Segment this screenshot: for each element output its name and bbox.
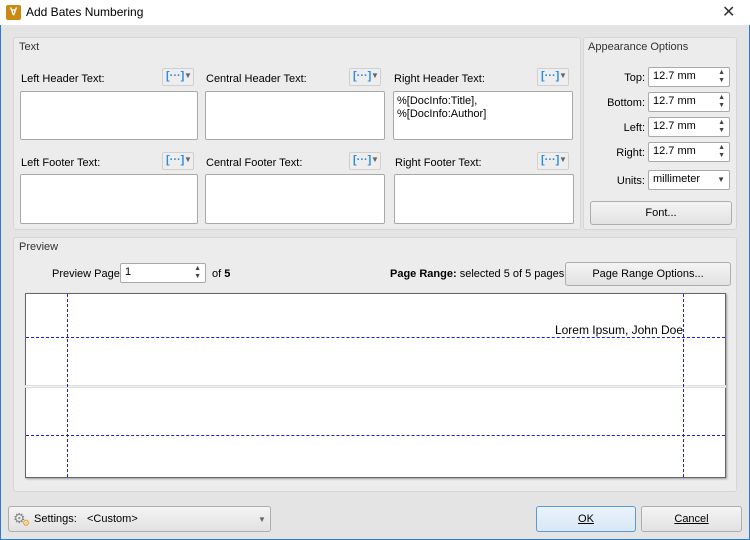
app-logo-icon: Ɐ xyxy=(6,5,21,20)
central-footer-input[interactable] xyxy=(205,174,385,224)
right-footer-label: Right Footer Text: xyxy=(395,157,482,169)
chevron-down-icon: ▼ xyxy=(559,155,567,164)
macro-icon: [···] xyxy=(166,70,185,82)
chevron-down-icon: ▼ xyxy=(559,71,567,80)
chevron-down-icon: ▼ xyxy=(371,155,379,164)
preview-group-label: Preview xyxy=(19,241,59,253)
right-margin-label: Right: xyxy=(616,147,645,159)
right-footer-input[interactable] xyxy=(394,174,574,224)
right-header-macro-button[interactable]: [···] ▼ xyxy=(537,68,569,86)
chevron-down-icon: ▼ xyxy=(371,71,379,80)
left-margin-guide xyxy=(67,294,68,477)
right-margin-guide xyxy=(683,294,684,477)
of-label: of xyxy=(212,268,222,280)
left-margin-value: 12.7 mm xyxy=(653,120,696,132)
central-footer-macro-button[interactable]: [···] ▼ xyxy=(349,152,381,170)
preview-page: Lorem Ipsum, John Doe xyxy=(25,293,726,478)
right-header-input[interactable]: %[DocInfo:Title], %[DocInfo:Author] xyxy=(393,91,573,140)
bottom-margin-guide xyxy=(26,435,725,436)
chevron-down-icon: ▼ xyxy=(717,175,725,184)
right-footer-macro-button[interactable]: [···] ▼ xyxy=(537,152,569,170)
title-bar: Ɐ Add Bates Numbering ✕ xyxy=(0,0,750,25)
settings-dropdown[interactable]: ⚙ ⚙ Settings: <Custom> ▼ xyxy=(8,506,271,532)
small-gear-icon: ⚙ xyxy=(22,518,31,528)
left-header-input[interactable] xyxy=(20,91,198,140)
top-margin-spinner[interactable]: 12.7 mm ▲ ▼ xyxy=(648,67,730,87)
right-margin-value: 12.7 mm xyxy=(653,145,696,157)
spinner-arrows-icon[interactable]: ▲ ▼ xyxy=(718,94,725,110)
window-title: Add Bates Numbering xyxy=(26,5,144,19)
page-range-info: Page Range: selected 5 of 5 pages xyxy=(390,268,564,280)
settings-label: Settings: xyxy=(34,513,77,525)
spinner-arrows-icon[interactable]: ▲ ▼ xyxy=(718,119,725,135)
macro-icon: [···] xyxy=(541,154,560,166)
left-footer-macro-button[interactable]: [···] ▼ xyxy=(162,152,194,170)
macro-icon: [···] xyxy=(353,70,372,82)
spinner-arrows-icon[interactable]: ▲ ▼ xyxy=(718,69,725,85)
bottom-margin-spinner[interactable]: 12.7 mm ▲ ▼ xyxy=(648,92,730,112)
left-header-macro-button[interactable]: [···] ▼ xyxy=(162,68,194,86)
page-range-label: Page Range: xyxy=(390,268,457,280)
ok-button[interactable]: OK xyxy=(536,506,636,532)
central-header-input[interactable] xyxy=(205,91,385,140)
bottom-margin-value: 12.7 mm xyxy=(653,95,696,107)
units-label: Units: xyxy=(616,175,645,187)
top-margin-value: 12.7 mm xyxy=(653,70,696,82)
right-margin-spinner[interactable]: 12.7 mm ▲ ▼ xyxy=(648,142,730,162)
units-select[interactable]: millimeter ▼ xyxy=(648,170,730,190)
central-header-macro-button[interactable]: [···] ▼ xyxy=(349,68,381,86)
settings-value: <Custom> xyxy=(87,513,138,525)
left-margin-spinner[interactable]: 12.7 mm ▲ ▼ xyxy=(648,117,730,137)
units-value: millimeter xyxy=(653,173,701,185)
bottom-margin-label: Bottom: xyxy=(607,97,645,109)
chevron-down-icon: ▼ xyxy=(184,155,192,164)
header-sample-text: Lorem Ipsum, John Doe xyxy=(554,323,683,337)
cancel-button[interactable]: Cancel xyxy=(641,506,742,532)
page-range-text: selected 5 of 5 pages xyxy=(459,268,565,280)
macro-icon: [···] xyxy=(541,70,560,82)
close-icon[interactable]: ✕ xyxy=(722,2,735,22)
spinner-arrows-icon[interactable]: ▲ ▼ xyxy=(194,265,201,281)
text-group-label: Text xyxy=(19,41,40,53)
macro-icon: [···] xyxy=(353,154,372,166)
top-margin-guide xyxy=(26,337,725,338)
central-footer-label: Central Footer Text: xyxy=(206,157,303,169)
left-footer-input[interactable] xyxy=(20,174,198,224)
page-break xyxy=(25,385,726,388)
left-header-label: Left Header Text: xyxy=(21,73,105,85)
central-header-label: Central Header Text: xyxy=(206,73,307,85)
chevron-down-icon: ▼ xyxy=(258,515,266,524)
page-total-value: 5 xyxy=(224,268,231,280)
chevron-down-icon: ▼ xyxy=(184,71,192,80)
font-button[interactable]: Font... xyxy=(590,201,732,225)
preview-page-spinner[interactable]: 1 ▲ ▼ xyxy=(120,263,206,283)
preview-page-value: 1 xyxy=(125,266,132,278)
right-header-label: Right Header Text: xyxy=(394,73,485,85)
left-margin-label: Left: xyxy=(623,122,645,134)
left-footer-label: Left Footer Text: xyxy=(21,157,101,169)
preview-page-label: Preview Page xyxy=(52,268,120,280)
top-margin-label: Top: xyxy=(624,72,645,84)
page-range-options-button[interactable]: Page Range Options... xyxy=(565,262,731,286)
spinner-arrows-icon[interactable]: ▲ ▼ xyxy=(718,144,725,160)
appearance-group-label: Appearance Options xyxy=(588,41,689,53)
macro-icon: [···] xyxy=(166,154,185,166)
page-total: of 5 xyxy=(212,268,230,280)
